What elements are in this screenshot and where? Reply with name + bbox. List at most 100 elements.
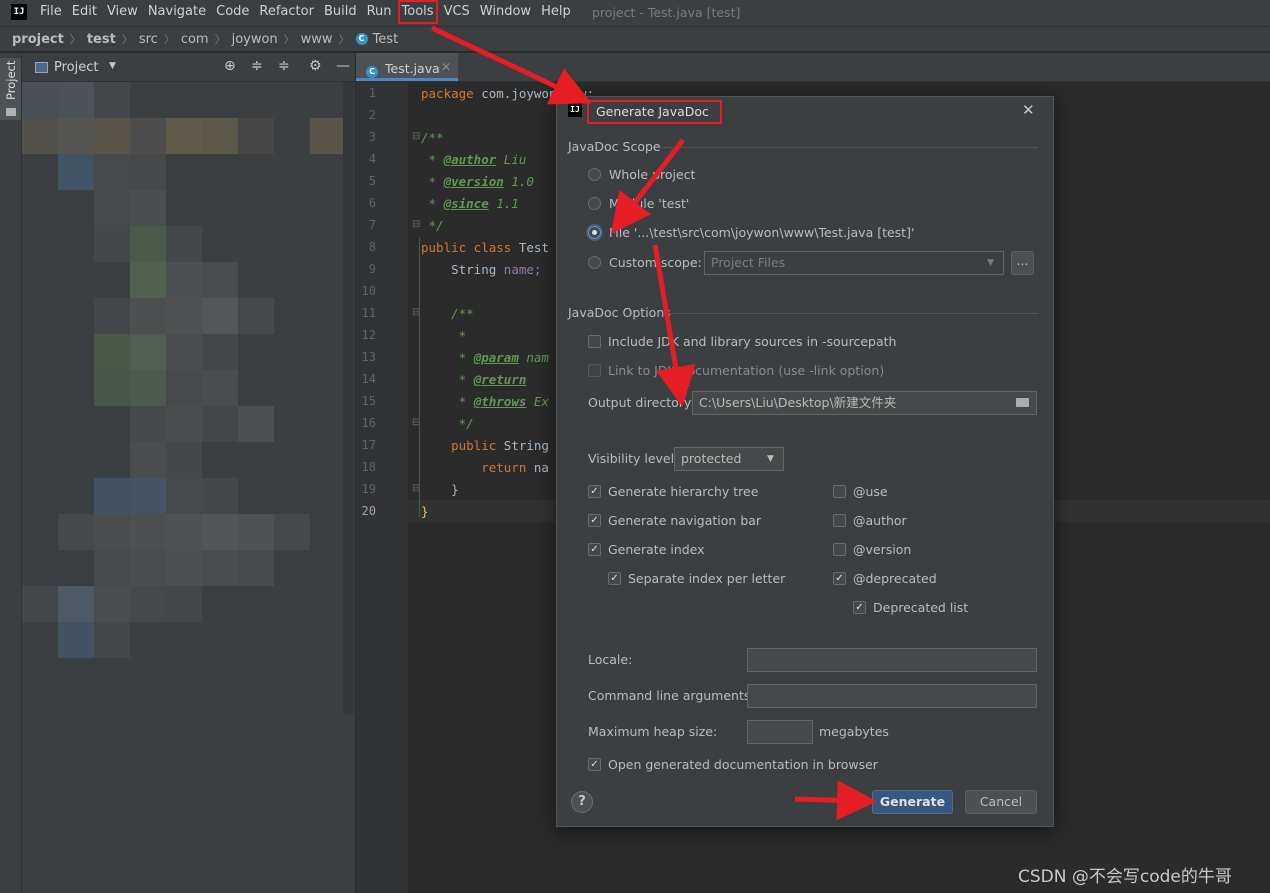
heap-size-input[interactable] [747, 720, 813, 744]
line-number: 16 [361, 416, 376, 430]
menu-vcs[interactable]: VCS [440, 0, 474, 24]
menu-window[interactable]: Window [476, 0, 535, 24]
breadcrumb-src[interactable]: src [139, 32, 158, 47]
line-number: 17 [361, 438, 376, 452]
comment-prefix: * [421, 174, 444, 189]
scope-file-label[interactable]: File '...\test\src\com\joywon\www\Test.j… [609, 225, 914, 240]
breadcrumb-joywon[interactable]: joywon [232, 32, 278, 47]
custom-scope-browse-button[interactable]: ... [1011, 251, 1034, 275]
separate-index-label[interactable]: Separate index per letter [628, 571, 785, 586]
separate-index-checkbox[interactable]: ✓ [608, 572, 621, 585]
menu-edit[interactable]: Edit [68, 0, 101, 24]
scope-module-label[interactable]: Module 'test' [609, 196, 689, 211]
scope-custom-radio[interactable] [588, 256, 601, 269]
scope-whole-project-label[interactable]: Whole project [609, 167, 695, 182]
help-button[interactable]: ? [571, 791, 593, 813]
hierarchy-tree-checkbox[interactable]: ✓ [588, 485, 601, 498]
line-number: 10 [361, 284, 376, 298]
hierarchy-tree-label[interactable]: Generate hierarchy tree [608, 484, 758, 499]
heap-unit-label: megabytes [819, 724, 889, 739]
command-line-input[interactable] [747, 684, 1037, 708]
menu-build[interactable]: Build [320, 0, 361, 24]
chevron-down-icon[interactable]: ▼ [109, 61, 116, 71]
blurred-tree-tile [202, 370, 238, 406]
scope-module-radio[interactable] [588, 197, 601, 210]
navigation-bar-checkbox[interactable]: ✓ [588, 514, 601, 527]
deprecated-list-label[interactable]: Deprecated list [873, 600, 968, 615]
generate-index-label[interactable]: Generate index [608, 542, 705, 557]
hide-panel-icon[interactable]: — [336, 58, 350, 74]
scope-whole-project-radio[interactable] [588, 168, 601, 181]
breadcrumb-com[interactable]: com [181, 32, 209, 47]
version-tag-checkbox[interactable] [833, 543, 846, 556]
blurred-tree-tile [238, 298, 274, 334]
line-number: 19 [361, 482, 376, 496]
tool-window-strip [0, 53, 22, 893]
include-jdk-label[interactable]: Include JDK and library sources in -sour… [608, 334, 896, 349]
code-token: * [421, 328, 467, 343]
breadcrumb-project[interactable]: project [12, 32, 64, 47]
menu-run[interactable]: Run [363, 0, 396, 24]
breadcrumb-www[interactable]: www [301, 32, 333, 47]
code-token: return [421, 460, 527, 475]
project-panel-title[interactable]: Project [54, 60, 98, 75]
open-browser-label[interactable]: Open generated documentation in browser [608, 757, 878, 772]
code-line: * @return [421, 372, 527, 387]
locate-icon[interactable]: ⊕ [224, 58, 236, 74]
deprecated-list-checkbox[interactable]: ✓ [853, 601, 866, 614]
close-icon[interactable]: ✕ [1022, 101, 1035, 119]
breadcrumb-class[interactable]: Test [373, 32, 399, 47]
code-line: /** [421, 306, 474, 321]
output-directory-input[interactable]: C:\Users\Liu\Desktop\新建文件夹 [692, 391, 1037, 415]
scope-section-label: JavaDoc Scope [568, 139, 661, 154]
collapse-all-icon[interactable]: ≑ [278, 58, 290, 74]
author-tag-label[interactable]: @author [853, 513, 907, 528]
include-jdk-checkbox[interactable] [588, 335, 601, 348]
code-line: */ [421, 416, 474, 431]
line-number: 20 [361, 504, 376, 518]
expand-all-icon[interactable]: ≑ [251, 58, 263, 74]
scope-file-radio[interactable] [588, 226, 601, 239]
blurred-tree-tile [94, 622, 130, 658]
fold-marker-icon[interactable]: ⊟ [412, 219, 420, 230]
code-token: /** [421, 130, 444, 145]
comment-prefix: * [421, 372, 474, 387]
use-tag-label[interactable]: @use [853, 484, 888, 499]
scope-custom-label[interactable]: Custom scope: [609, 255, 702, 270]
locale-input[interactable] [747, 648, 1037, 672]
menu-navigate[interactable]: Navigate [144, 0, 210, 24]
cancel-button[interactable]: Cancel [965, 790, 1037, 814]
breadcrumb-separator-icon: 〉 [69, 33, 81, 46]
version-tag-label[interactable]: @version [853, 542, 911, 557]
use-tag-checkbox[interactable] [833, 485, 846, 498]
menu-view[interactable]: View [103, 0, 142, 24]
deprecated-tag-checkbox[interactable]: ✓ [833, 572, 846, 585]
generate-button[interactable]: Generate [872, 790, 953, 814]
project-panel-scrollbar[interactable] [343, 82, 354, 714]
menu-tools[interactable]: Tools [397, 0, 438, 24]
deprecated-tag-label[interactable]: @deprecated [853, 571, 937, 586]
close-icon[interactable]: ✕ [441, 60, 451, 74]
open-browser-checkbox[interactable]: ✓ [588, 758, 601, 771]
blurred-tree-tile [202, 478, 238, 514]
generate-index-checkbox[interactable]: ✓ [588, 543, 601, 556]
fold-marker-icon[interactable]: ⊟ [412, 131, 420, 142]
code-line: String name; [421, 262, 541, 277]
blurred-tree-tile [130, 118, 166, 154]
folder-icon[interactable] [1016, 398, 1029, 407]
menu-code[interactable]: Code [212, 0, 253, 24]
author-tag-checkbox[interactable] [833, 514, 846, 527]
breadcrumb-test[interactable]: test [87, 32, 116, 47]
menu-file[interactable]: File [36, 0, 66, 24]
code-line: return na [421, 460, 549, 475]
link-jdk-checkbox[interactable] [588, 364, 601, 377]
navigation-bar-label[interactable]: Generate navigation bar [608, 513, 761, 528]
line-number: 18 [361, 460, 376, 474]
blurred-tree-tile [58, 118, 94, 154]
menu-refactor[interactable]: Refactor [255, 0, 318, 24]
gear-icon[interactable]: ⚙ [309, 58, 322, 74]
code-token: public [421, 438, 497, 453]
code-line: public class Test [421, 240, 549, 255]
custom-scope-combo[interactable]: Project Files [704, 251, 1004, 275]
menu-help[interactable]: Help [537, 0, 575, 24]
